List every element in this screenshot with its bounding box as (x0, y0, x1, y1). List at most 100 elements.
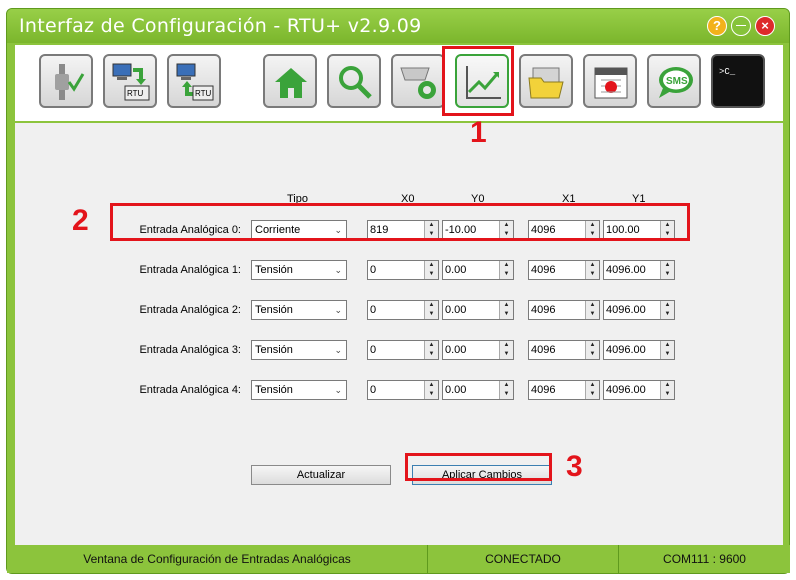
analog-input-2-y0-field[interactable]: 0.00 ▲ ▼ (442, 300, 514, 320)
analog-input-1-label: Entrada Analógica 1: (139, 264, 241, 276)
close-button[interactable]: × (755, 16, 775, 36)
analog-input-2-x0-field[interactable]: 0 ▲ ▼ (367, 300, 439, 320)
title-bar[interactable]: Interfaz de Configuración - RTU+ v2.9.09… (7, 9, 789, 43)
analog-input-3-x0-field[interactable]: 0 ▲ ▼ (367, 340, 439, 360)
read-rtu-button[interactable]: RTU (103, 54, 157, 108)
open-file-button[interactable] (519, 54, 573, 108)
download-from-rtu-icon: RTU (112, 63, 150, 101)
spin-up-icon[interactable]: ▲ (586, 341, 599, 350)
analog-input-2-type-select[interactable]: Tensión ⌄ (251, 300, 347, 320)
upload-to-rtu-icon: RTU (176, 63, 214, 101)
spin-up-icon[interactable]: ▲ (661, 261, 674, 270)
window-title: Interfaz de Configuración - RTU+ v2.9.09 (19, 15, 422, 37)
analog-input-4-x0-field[interactable]: 0 ▲ ▼ (367, 380, 439, 400)
analog-input-2-x1-field[interactable]: 4096 ▲ ▼ (528, 300, 600, 320)
status-window-name: Ventana de Configuración de Entradas Ana… (7, 545, 427, 573)
spin-up-icon[interactable]: ▲ (586, 381, 599, 390)
annotation-number-3: 3 (566, 450, 583, 483)
disconnect-button[interactable] (39, 54, 93, 108)
y0-value: 0.00 (445, 304, 467, 316)
minimize-button[interactable]: — (731, 16, 751, 36)
spin-up-icon[interactable]: ▲ (586, 261, 599, 270)
spin-down-icon[interactable]: ▼ (586, 350, 599, 359)
type-value: Tensión (255, 384, 293, 396)
spin-down-icon[interactable]: ▼ (500, 390, 513, 399)
analog-input-1-type-select[interactable]: Tensión ⌄ (251, 260, 347, 280)
type-value: Tensión (255, 344, 293, 356)
y1-value: 4096.00 (606, 344, 646, 356)
home-icon (275, 68, 307, 98)
spin-down-icon[interactable]: ▼ (425, 310, 438, 319)
analog-input-3-y1-field[interactable]: 4096.00 ▲ ▼ (603, 340, 675, 360)
spin-up-icon[interactable]: ▲ (586, 301, 599, 310)
spin-down-icon[interactable]: ▼ (586, 390, 599, 399)
spin-up-icon[interactable]: ▲ (661, 381, 674, 390)
annotation-number-2: 2 (72, 204, 89, 237)
spin-down-icon[interactable]: ▼ (500, 270, 513, 279)
x0-value: 0 (370, 264, 377, 276)
analog-input-4-label: Entrada Analógica 4: (139, 384, 241, 396)
spin-up-icon[interactable]: ▲ (425, 341, 438, 350)
spin-up-icon[interactable]: ▲ (425, 261, 438, 270)
analog-input-1-y0-field[interactable]: 0.00 ▲ ▼ (442, 260, 514, 280)
analog-input-4-type-select[interactable]: Tensión ⌄ (251, 380, 347, 400)
type-value: Tensión (255, 264, 293, 276)
analog-input-4-x1-field[interactable]: 4096 ▲ ▼ (528, 380, 600, 400)
spin-up-icon[interactable]: ▲ (425, 381, 438, 390)
spin-down-icon[interactable]: ▼ (661, 350, 674, 359)
home-button[interactable] (263, 54, 317, 108)
search-button[interactable] (327, 54, 381, 108)
serial-settings-button[interactable] (391, 54, 445, 108)
analog-input-2-y1-field[interactable]: 4096.00 ▲ ▼ (603, 300, 675, 320)
chevron-down-icon: ⌄ (334, 385, 342, 395)
spin-down-icon[interactable]: ▼ (425, 350, 438, 359)
spin-down-icon[interactable]: ▼ (500, 310, 513, 319)
analog-input-3-y0-field[interactable]: 0.00 ▲ ▼ (442, 340, 514, 360)
open-folder-icon (528, 67, 564, 99)
terminal-prompt: >C_ (719, 67, 736, 77)
spin-up-icon[interactable]: ▲ (661, 341, 674, 350)
analog-input-1-x1-field[interactable]: 4096 ▲ ▼ (528, 260, 600, 280)
refresh-button[interactable]: Actualizar (251, 465, 391, 485)
status-bar: Ventana de Configuración de Entradas Ana… (7, 545, 790, 573)
analog-input-1-x0-field[interactable]: 0 ▲ ▼ (367, 260, 439, 280)
sms-button[interactable]: SMS (647, 54, 701, 108)
y0-value: 0.00 (445, 344, 467, 356)
analog-config-panel: Tipo X0 Y0 X1 Y1 Entrada Analógica 0: Co… (15, 123, 783, 551)
analog-input-4-y0-field[interactable]: 0.00 ▲ ▼ (442, 380, 514, 400)
spin-down-icon[interactable]: ▼ (661, 270, 674, 279)
spin-down-icon[interactable]: ▼ (661, 310, 674, 319)
analog-input-3-x1-field[interactable]: 4096 ▲ ▼ (528, 340, 600, 360)
spin-down-icon[interactable]: ▼ (500, 350, 513, 359)
analog-input-3-type-select[interactable]: Tensión ⌄ (251, 340, 347, 360)
calendar-button[interactable] (583, 54, 637, 108)
spin-up-icon[interactable]: ▲ (500, 301, 513, 310)
analog-input-3-label: Entrada Analógica 3: (139, 344, 241, 356)
search-icon (339, 66, 372, 99)
app-window: Interfaz de Configuración - RTU+ v2.9.09… (6, 8, 790, 574)
spin-down-icon[interactable]: ▼ (425, 390, 438, 399)
y0-value: 0.00 (445, 384, 467, 396)
analog-input-4-y1-field[interactable]: 4096.00 ▲ ▼ (603, 380, 675, 400)
spin-down-icon[interactable]: ▼ (586, 310, 599, 319)
terminal-button[interactable]: >C_ (711, 54, 765, 108)
spin-up-icon[interactable]: ▲ (500, 341, 513, 350)
spin-down-icon[interactable]: ▼ (425, 270, 438, 279)
chevron-down-icon: ⌄ (334, 345, 342, 355)
spin-up-icon[interactable]: ▲ (425, 301, 438, 310)
spin-down-icon[interactable]: ▼ (661, 390, 674, 399)
x1-value: 4096 (531, 384, 556, 396)
sms-icon: SMS (659, 67, 693, 98)
write-rtu-button[interactable]: RTU (167, 54, 221, 108)
spin-down-icon[interactable]: ▼ (586, 270, 599, 279)
x0-value: 0 (370, 344, 377, 356)
spin-up-icon[interactable]: ▲ (500, 381, 513, 390)
help-button[interactable]: ? (707, 16, 727, 36)
y0-value: 0.00 (445, 264, 467, 276)
calendar-icon (594, 67, 628, 99)
disconnect-check-icon (55, 64, 85, 100)
spin-up-icon[interactable]: ▲ (661, 301, 674, 310)
terminal-icon: >C_ (719, 67, 736, 77)
spin-up-icon[interactable]: ▲ (500, 261, 513, 270)
analog-input-1-y1-field[interactable]: 4096.00 ▲ ▼ (603, 260, 675, 280)
